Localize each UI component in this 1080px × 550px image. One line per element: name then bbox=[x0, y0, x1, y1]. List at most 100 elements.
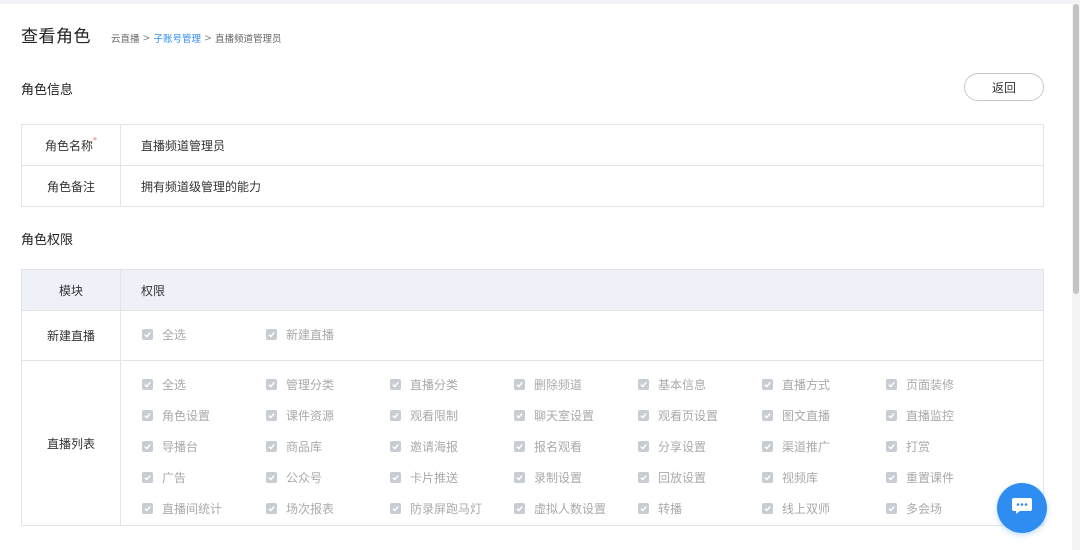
permission-checkbox[interactable]: 线上双师 bbox=[762, 493, 886, 524]
permission-checkbox[interactable]: 观看限制 bbox=[390, 400, 514, 431]
checkbox-checked-icon bbox=[142, 410, 153, 421]
permission-label: 广告 bbox=[162, 471, 187, 485]
permission-checkbox[interactable]: 直播监控 bbox=[886, 400, 1010, 431]
permission-checkbox[interactable]: 删除频道 bbox=[514, 369, 638, 400]
permission-label: 视频库 bbox=[782, 471, 819, 485]
permission-checkbox[interactable]: 全选 bbox=[142, 319, 266, 350]
table-row: 直播列表 全选 管理分类 直播分类 删除频道 基本信息 直播方式 页面装修角色设置 课件资源 观看… bbox=[21, 360, 1044, 526]
permission-checkbox[interactable]: 新建直播 bbox=[266, 319, 390, 350]
checkbox-checked-icon bbox=[390, 503, 401, 514]
permission-checkbox[interactable]: 直播分类 bbox=[390, 369, 514, 400]
column-header-module: 模块 bbox=[21, 269, 121, 311]
checkbox-checked-icon bbox=[886, 503, 897, 514]
breadcrumb-item-subaccount[interactable]: 子账号管理 bbox=[153, 31, 201, 45]
checkbox-checked-icon bbox=[514, 410, 525, 421]
permission-checkbox[interactable]: 观看页设置 bbox=[638, 400, 762, 431]
permission-checkbox[interactable]: 基本信息 bbox=[638, 369, 762, 400]
page: 查看角色 云直播 > 子账号管理 > 直播频道管理员 角色信息 返回 角色名称*… bbox=[0, 0, 1072, 550]
permission-checkbox[interactable]: 卡片推送 bbox=[390, 462, 514, 493]
checkbox-checked-icon bbox=[886, 472, 897, 483]
role-name-label: 角色名称* bbox=[21, 124, 121, 166]
checkbox-checked-icon bbox=[762, 441, 773, 452]
permission-label: 删除频道 bbox=[534, 378, 583, 392]
permission-checkbox[interactable]: 课件资源 bbox=[266, 400, 390, 431]
breadcrumb: 云直播 > 子账号管理 > 直播频道管理员 bbox=[111, 31, 281, 46]
permission-checkbox-group: 全选 新建直播 bbox=[122, 312, 1042, 359]
permission-checkbox[interactable]: 防录屏跑马灯 bbox=[390, 493, 514, 524]
permission-label: 导播台 bbox=[162, 440, 199, 454]
checkbox-checked-icon bbox=[638, 472, 649, 483]
chat-bubble-icon bbox=[1011, 496, 1033, 520]
checkbox-checked-icon bbox=[886, 441, 897, 452]
permission-checkbox[interactable]: 直播方式 bbox=[762, 369, 886, 400]
permission-label: 报名观看 bbox=[534, 440, 583, 454]
permission-checkbox[interactable]: 转播 bbox=[638, 493, 762, 524]
checkbox-checked-icon bbox=[514, 379, 525, 390]
permission-checkbox[interactable]: 打赏 bbox=[886, 431, 1010, 462]
table-row: 角色备注 拥有频道级管理的能力 bbox=[21, 165, 1044, 207]
table-row: 角色名称* 直播频道管理员 bbox=[21, 124, 1044, 166]
permission-checkbox[interactable]: 页面装修 bbox=[886, 369, 1010, 400]
chat-button[interactable] bbox=[997, 483, 1047, 533]
permission-label: 新建直播 bbox=[286, 328, 335, 342]
permission-label: 商品库 bbox=[286, 440, 323, 454]
module-name: 新建直播 bbox=[21, 310, 121, 361]
permission-checkbox[interactable]: 直播间统计 bbox=[142, 493, 266, 524]
checkbox-checked-icon bbox=[390, 410, 401, 421]
permission-label: 线上双师 bbox=[782, 502, 831, 516]
checkbox-checked-icon bbox=[142, 472, 153, 483]
permission-checkbox[interactable]: 报名观看 bbox=[514, 431, 638, 462]
permission-label: 邀请海报 bbox=[410, 440, 459, 454]
permission-label: 角色设置 bbox=[162, 409, 211, 423]
permission-checkbox[interactable]: 角色设置 bbox=[142, 400, 266, 431]
permission-checkbox[interactable]: 全选 bbox=[142, 369, 266, 400]
permission-checkbox[interactable]: 虚拟人数设置 bbox=[514, 493, 638, 524]
table-row: 新建直播 全选 新建直播 bbox=[21, 310, 1044, 361]
breadcrumb-item-live[interactable]: 云直播 bbox=[111, 31, 140, 45]
checkbox-checked-icon bbox=[266, 472, 277, 483]
permission-checkbox[interactable]: 导播台 bbox=[142, 431, 266, 462]
checkbox-checked-icon bbox=[886, 379, 897, 390]
checkbox-checked-icon bbox=[266, 503, 277, 514]
permission-label: 页面装修 bbox=[906, 378, 955, 392]
permission-label: 基本信息 bbox=[658, 378, 707, 392]
permission-checkbox[interactable]: 录制设置 bbox=[514, 462, 638, 493]
scrollbar-thumb[interactable] bbox=[1073, 4, 1079, 294]
permission-checkbox[interactable]: 重置课件 bbox=[886, 462, 1010, 493]
permission-checkbox[interactable]: 聊天室设置 bbox=[514, 400, 638, 431]
checkbox-checked-icon bbox=[266, 329, 277, 340]
permission-checkbox[interactable]: 邀请海报 bbox=[390, 431, 514, 462]
permission-label: 直播方式 bbox=[782, 378, 831, 392]
permission-label: 公众号 bbox=[286, 471, 323, 485]
page-header: 查看角色 云直播 > 子账号管理 > 直播频道管理员 bbox=[21, 22, 281, 47]
vertical-scrollbar[interactable] bbox=[1072, 0, 1080, 550]
permission-checkbox[interactable]: 公众号 bbox=[266, 462, 390, 493]
permission-checkbox[interactable]: 多会场 bbox=[886, 493, 1010, 524]
permission-label: 打赏 bbox=[906, 440, 931, 454]
checkbox-checked-icon bbox=[886, 410, 897, 421]
permission-checkbox[interactable]: 场次报表 bbox=[266, 493, 390, 524]
permission-checkbox[interactable]: 回放设置 bbox=[638, 462, 762, 493]
permission-checkbox[interactable]: 视频库 bbox=[762, 462, 886, 493]
permission-checkbox[interactable]: 商品库 bbox=[266, 431, 390, 462]
permissions-table: 模块 权限 新建直播 全选 新建直播 直播列表 全选 管理分类 直播分类 删除频道 基本信息 直播… bbox=[21, 269, 1044, 526]
permission-label: 课件资源 bbox=[286, 409, 335, 423]
permission-checkbox[interactable]: 管理分类 bbox=[266, 369, 390, 400]
permission-checkbox[interactable]: 图文直播 bbox=[762, 400, 886, 431]
permission-checkbox[interactable]: 广告 bbox=[142, 462, 266, 493]
permission-checkbox[interactable]: 分享设置 bbox=[638, 431, 762, 462]
checkbox-checked-icon bbox=[266, 379, 277, 390]
permission-checkbox[interactable]: 渠道推广 bbox=[762, 431, 886, 462]
module-name: 直播列表 bbox=[21, 360, 121, 526]
checkbox-checked-icon bbox=[762, 410, 773, 421]
permission-label: 直播间统计 bbox=[162, 502, 223, 516]
checkbox-checked-icon bbox=[638, 410, 649, 421]
permission-label: 直播分类 bbox=[410, 378, 459, 392]
back-button[interactable]: 返回 bbox=[964, 73, 1044, 101]
checkbox-checked-icon bbox=[762, 503, 773, 514]
checkbox-checked-icon bbox=[514, 441, 525, 452]
permission-label: 聊天室设置 bbox=[534, 409, 595, 423]
column-header-permission: 权限 bbox=[120, 269, 1044, 311]
permission-label: 重置课件 bbox=[906, 471, 955, 485]
permission-label: 全选 bbox=[162, 378, 187, 392]
